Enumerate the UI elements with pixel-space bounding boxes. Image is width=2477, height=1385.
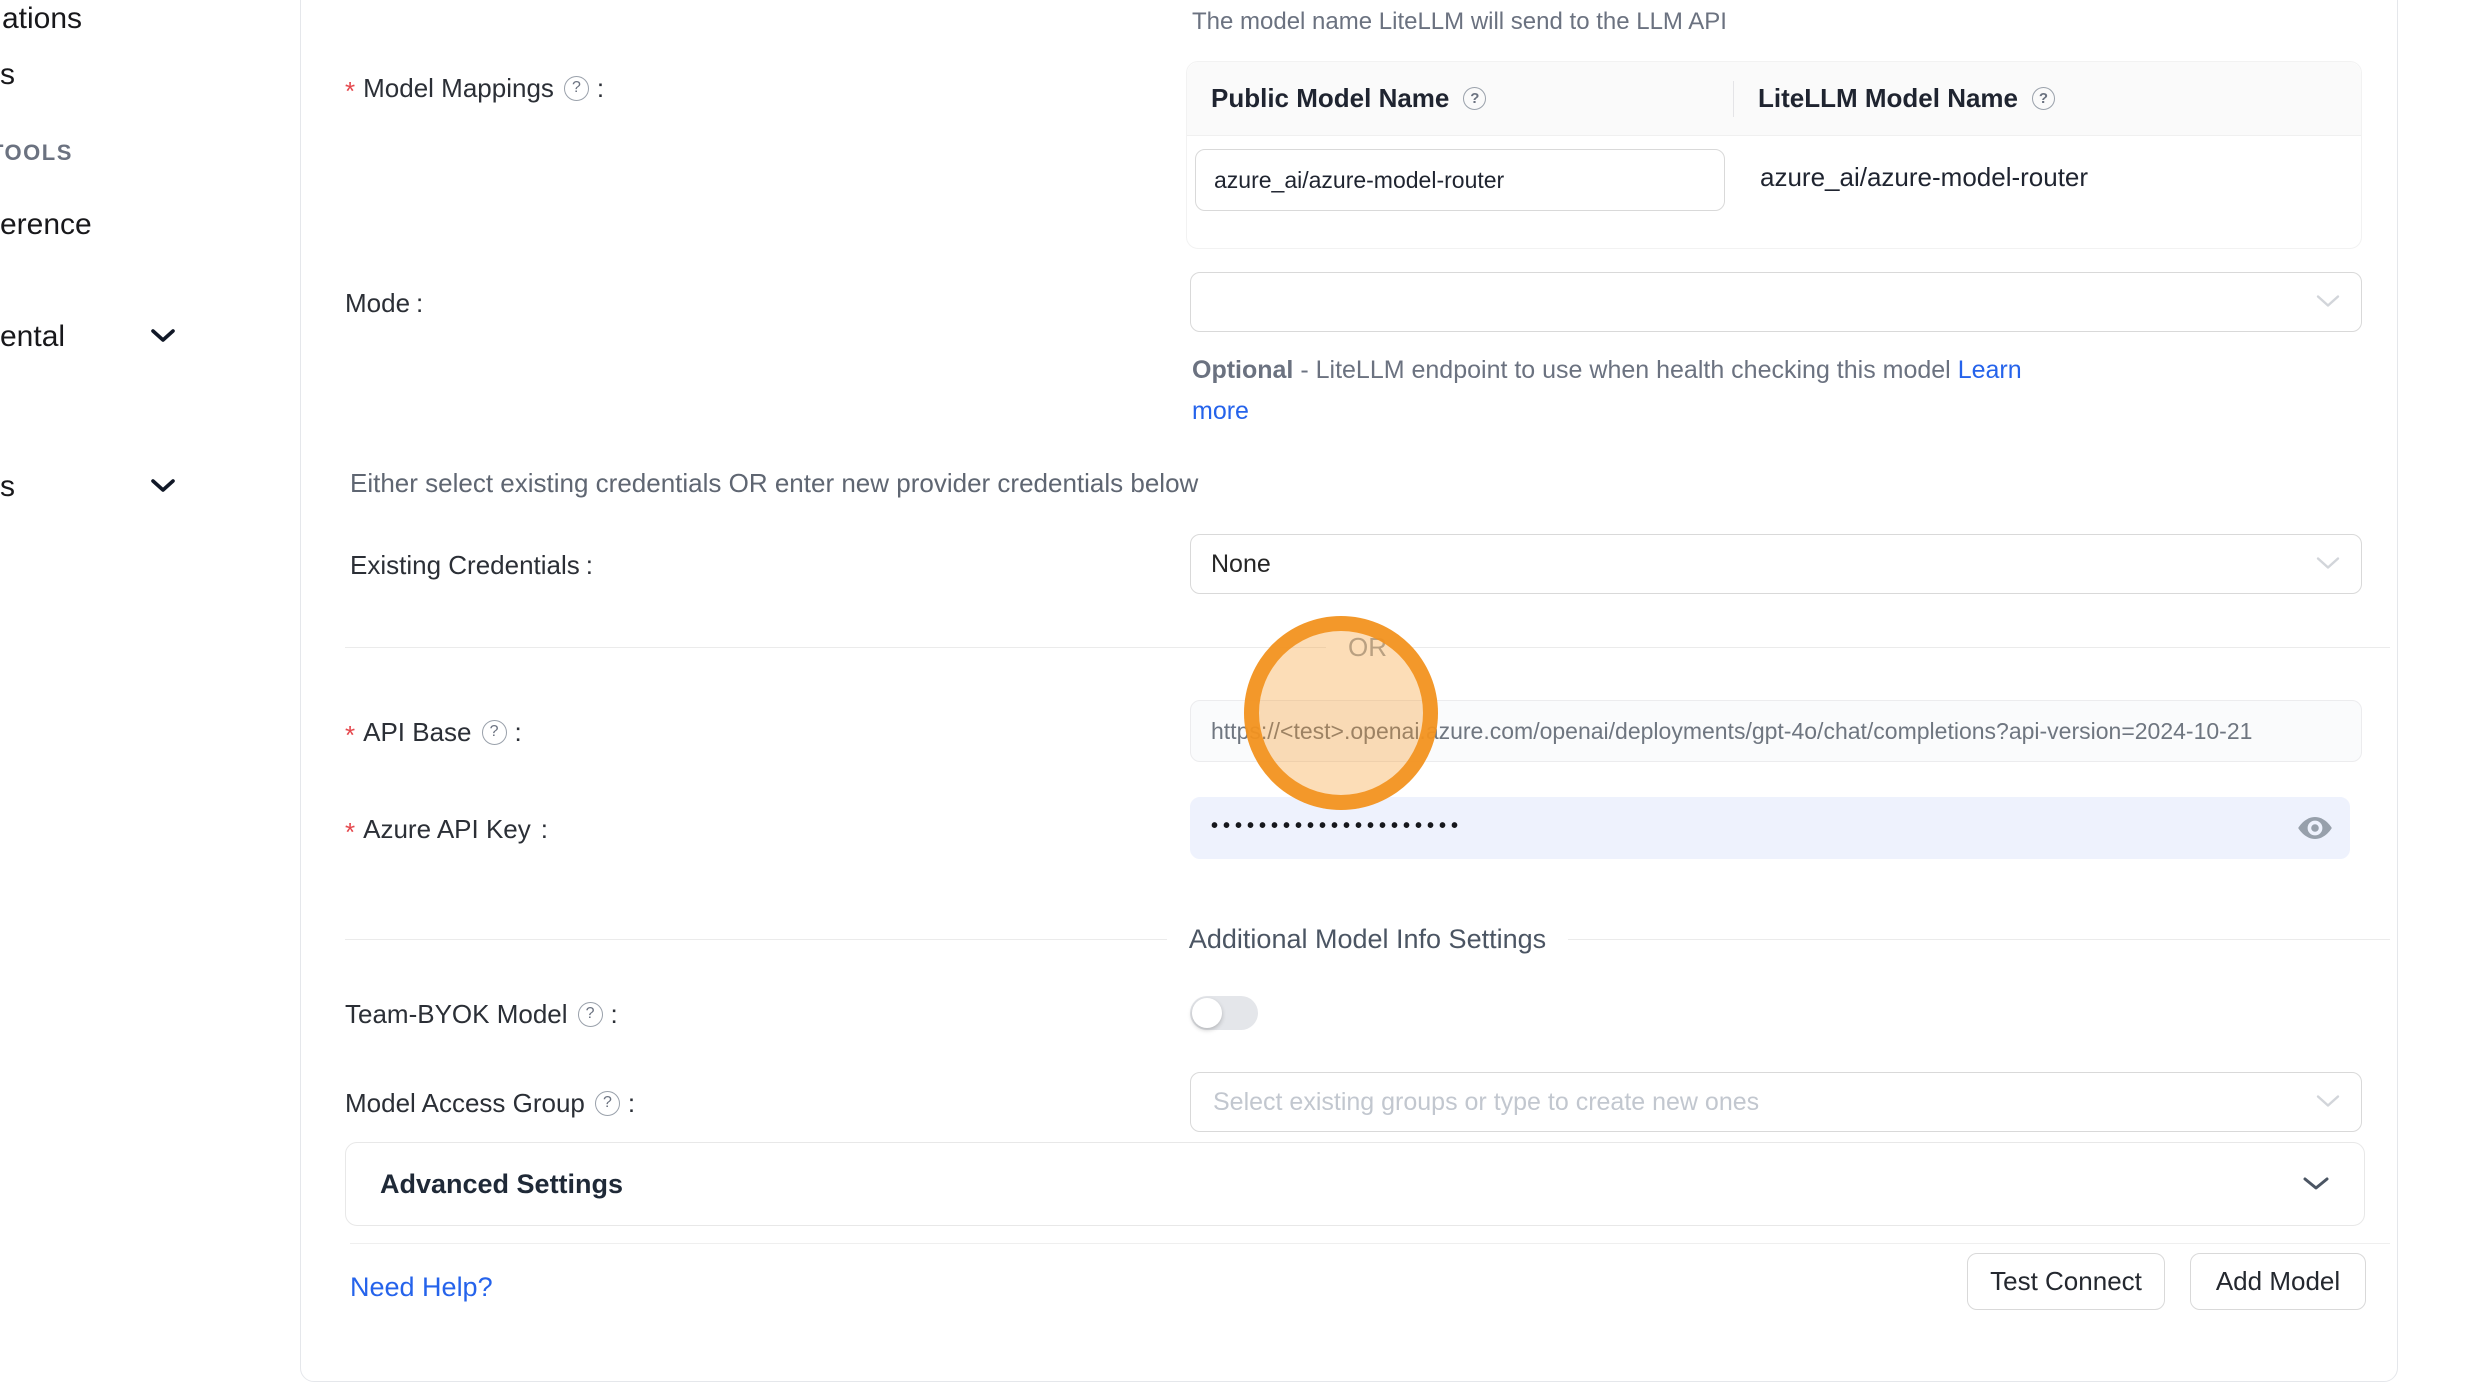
- footer-divider: [350, 1243, 2390, 1244]
- or-divider-text: OR: [1348, 632, 1387, 663]
- divider-line: [345, 647, 1326, 648]
- table-header-row: Public Model Name ? LiteLLM Model Name ?: [1187, 62, 2361, 136]
- sidebar-item-erence[interactable]: erence: [0, 208, 92, 242]
- existing-credentials-select[interactable]: None: [1190, 534, 2362, 594]
- sidebar-section-tools: TOOLS: [0, 140, 73, 166]
- divider-line: [1568, 939, 2390, 940]
- help-icon[interactable]: ?: [564, 76, 589, 101]
- divider-line: [1409, 647, 2390, 648]
- test-connect-button[interactable]: Test Connect: [1967, 1253, 2165, 1310]
- model-access-group-label: Model Access Group ? :: [345, 1087, 635, 1119]
- help-icon[interactable]: ?: [2032, 87, 2055, 110]
- model-mappings-label: * Model Mappings ? :: [345, 72, 604, 104]
- mode-help-text: Optional - LiteLLM endpoint to use when …: [1192, 350, 2022, 432]
- model-access-group-select[interactable]: [1190, 1072, 2362, 1132]
- sidebar-item-s-1[interactable]: s: [0, 58, 15, 92]
- api-base-input[interactable]: https://<test>.openai.azure.com/openai/d…: [1190, 700, 2362, 762]
- need-help-link[interactable]: Need Help?: [350, 1272, 493, 1303]
- team-byok-toggle[interactable]: [1190, 996, 1258, 1030]
- model-name-hint: The model name LiteLLM will send to the …: [1192, 8, 1727, 36]
- public-model-name-input-wrap: [1195, 149, 1725, 211]
- model-access-group-input[interactable]: [1211, 1087, 2305, 1118]
- credentials-note: Either select existing credentials OR en…: [350, 468, 1198, 499]
- existing-credentials-label: Existing Credentials :: [350, 549, 593, 581]
- litellm-model-name-header: LiteLLM Model Name ?: [1734, 62, 2059, 135]
- help-icon[interactable]: ?: [578, 1002, 603, 1027]
- chevron-down-icon: [2315, 288, 2341, 317]
- public-model-name-input[interactable]: [1212, 166, 1708, 195]
- required-marker: *: [345, 76, 355, 107]
- advanced-settings-panel[interactable]: Advanced Settings: [345, 1142, 2365, 1226]
- team-byok-label: Team-BYOK Model ? :: [345, 998, 618, 1030]
- advanced-settings-title: Advanced Settings: [380, 1169, 623, 1200]
- divider-line: [345, 939, 1167, 940]
- help-icon[interactable]: ?: [595, 1091, 620, 1116]
- required-marker: *: [345, 720, 355, 751]
- or-divider: OR: [345, 632, 2390, 663]
- api-base-label: * API Base ? :: [345, 716, 522, 748]
- sidebar-item-ations[interactable]: ations: [2, 2, 82, 36]
- eye-icon[interactable]: [2297, 815, 2333, 841]
- mode-label: Mode :: [345, 287, 423, 319]
- help-icon[interactable]: ?: [1463, 87, 1486, 110]
- chevron-down-icon[interactable]: [150, 478, 176, 499]
- chevron-down-icon: [2315, 550, 2341, 579]
- add-model-button[interactable]: Add Model: [2190, 1253, 2366, 1310]
- masked-api-key: •••••••••••••••••••••: [1211, 815, 1463, 838]
- model-mappings-table: Public Model Name ? LiteLLM Model Name ?…: [1186, 61, 2362, 249]
- toggle-knob: [1192, 998, 1222, 1028]
- public-model-name-header: Public Model Name ?: [1187, 62, 1734, 135]
- litellm-model-name-value: azure_ai/azure-model-router: [1760, 162, 2088, 193]
- sidebar-item-s-2[interactable]: s: [0, 470, 15, 504]
- chevron-down-icon[interactable]: [150, 328, 176, 349]
- existing-credentials-value: None: [1211, 550, 1271, 579]
- mode-select[interactable]: [1190, 272, 2362, 332]
- azure-api-key-input[interactable]: •••••••••••••••••••••: [1190, 797, 2350, 859]
- chevron-down-icon: [2315, 1088, 2341, 1117]
- additional-settings-divider-text: Additional Model Info Settings: [1189, 924, 1546, 955]
- chevron-down-icon: [2302, 1175, 2330, 1193]
- required-marker: *: [345, 817, 355, 848]
- help-icon[interactable]: ?: [482, 720, 507, 745]
- azure-api-key-label: * Azure API Key :: [345, 813, 548, 845]
- additional-settings-divider: Additional Model Info Settings: [345, 924, 2390, 955]
- sidebar-item-ental[interactable]: ental: [0, 320, 65, 354]
